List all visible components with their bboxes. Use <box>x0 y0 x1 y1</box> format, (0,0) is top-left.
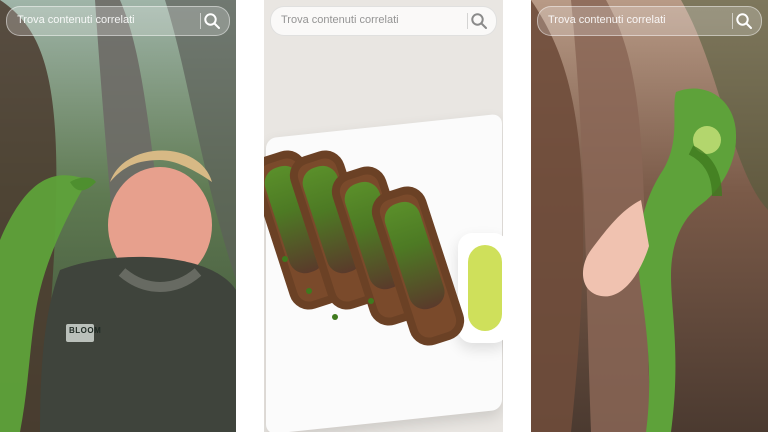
hoodie-logo: BLOOM <box>69 326 101 335</box>
search-placeholder: Trova contenuti correlati <box>548 14 666 26</box>
cilantro-garnish <box>282 256 288 262</box>
gap-right <box>503 0 531 432</box>
search-divider <box>467 13 468 29</box>
green-sauce <box>468 245 502 331</box>
video-scene-1 <box>0 0 236 432</box>
gap-left <box>236 0 264 432</box>
search-divider <box>200 13 201 29</box>
search-bar[interactable]: Trova contenuti correlati <box>537 6 762 36</box>
search-bar[interactable]: Trova contenuti correlati <box>6 6 230 36</box>
video-panel-1[interactable]: Trova contenuti correlati BLOOM <box>0 0 236 432</box>
video-panel-3[interactable]: Trova contenuti correlati <box>531 0 768 432</box>
search-placeholder: Trova contenuti correlati <box>281 14 399 26</box>
video-panel-2[interactable]: Trova contenuti correlati <box>264 0 503 432</box>
cilantro-garnish <box>306 288 312 294</box>
search-divider <box>732 13 733 29</box>
cilantro-garnish <box>368 298 374 304</box>
search-placeholder: Trova contenuti correlati <box>17 14 135 26</box>
hoodie-logo-text: BLOOM <box>69 326 102 335</box>
search-bar[interactable]: Trova contenuti correlati <box>270 6 497 36</box>
search-icon[interactable] <box>470 12 488 30</box>
video-scene-3 <box>531 0 768 432</box>
search-icon[interactable] <box>735 12 753 30</box>
search-icon[interactable] <box>203 12 221 30</box>
cilantro-garnish <box>332 314 338 320</box>
